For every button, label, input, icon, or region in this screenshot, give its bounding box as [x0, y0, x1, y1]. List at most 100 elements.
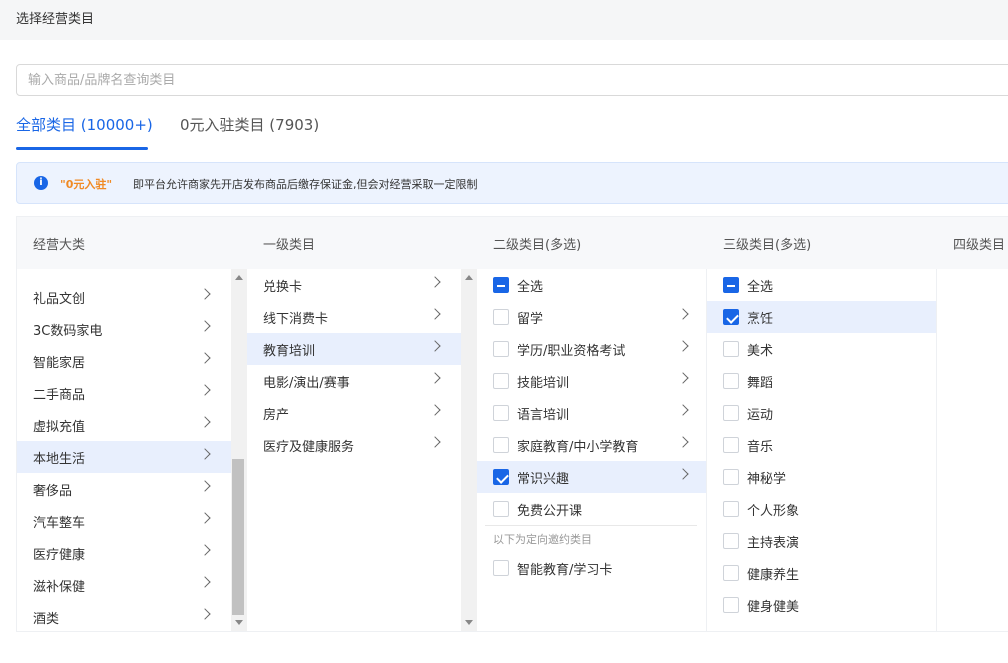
category-checkbox[interactable]: [493, 373, 509, 389]
level2-category-list: 全选 以下为定向邀约类目 留学 学历/职业资格考试 技能培训 语言培训 家庭教育/中小学…: [477, 269, 707, 631]
category-checkbox[interactable]: [493, 437, 509, 453]
category-label: 电影/演出/赛事: [263, 376, 350, 391]
level1-category-item[interactable]: 兑换卡: [247, 269, 461, 301]
level2-category-item[interactable]: 学历/职业资格考试: [477, 333, 706, 365]
level3-category-item[interactable]: 神秘学: [707, 461, 936, 493]
level2-invite-item[interactable]: 智能教育/学习卡: [477, 552, 706, 584]
chevron-right-icon: [199, 480, 211, 492]
category-label: 舞蹈: [747, 376, 774, 391]
chevron-right-icon: [677, 372, 689, 384]
level3-category-item[interactable]: 舞蹈: [707, 365, 936, 397]
category-checkbox[interactable]: [493, 405, 509, 421]
level1-category-item[interactable]: 电影/演出/赛事: [247, 365, 461, 397]
level2-category-item[interactable]: 免费公开课: [477, 493, 706, 525]
business-category-item[interactable]: 礼品文创: [17, 281, 231, 313]
business-category-item[interactable]: 奢侈品: [17, 473, 231, 505]
category-label: 兑换卡: [263, 280, 303, 295]
category-search-input[interactable]: [17, 65, 1008, 95]
business-category-item[interactable]: 医疗健康: [17, 537, 231, 569]
info-notice: i "0元入驻" 即平台允许商家先开店发布商品后缴存保证金,但会对经营采取一定限…: [16, 162, 1008, 204]
chevron-right-icon: [429, 276, 441, 288]
category-checkbox[interactable]: [723, 469, 739, 485]
tab-zero-deposit-categories[interactable]: 0元入驻类目 (7903): [180, 114, 319, 135]
level1-category-item[interactable]: 教育培训: [247, 333, 461, 365]
chevron-right-icon: [199, 352, 211, 364]
category-checkbox[interactable]: [723, 405, 739, 421]
scroll-up-arrow[interactable]: [235, 275, 243, 280]
level2-category-item[interactable]: 常识兴趣: [477, 461, 706, 493]
chevron-right-icon: [199, 512, 211, 524]
level2-category-item[interactable]: 语言培训: [477, 397, 706, 429]
level3-category-item[interactable]: 个人形象: [707, 493, 936, 525]
category-label: 智能教育/学习卡: [517, 563, 613, 578]
scroll-thumb[interactable]: [232, 459, 244, 615]
level1-list-scrollbar[interactable]: [461, 269, 477, 631]
notice-highlight: "0元入驻": [60, 178, 113, 191]
business-category-item[interactable]: 本地生活: [17, 441, 231, 473]
level2-category-item[interactable]: 留学: [477, 301, 706, 333]
level3-category-item[interactable]: 健康养生: [707, 557, 936, 589]
chevron-right-icon: [677, 308, 689, 320]
level2-category-item[interactable]: 家庭教育/中小学教育: [477, 429, 706, 461]
level1-category-item[interactable]: 医疗及健康服务: [247, 429, 461, 461]
category-label: 本地生活: [33, 452, 86, 467]
scroll-down-arrow[interactable]: [235, 620, 243, 625]
level4-category-list: [937, 269, 1008, 631]
business-category-item[interactable]: 滋补保健: [17, 569, 231, 601]
category-checkbox[interactable]: [723, 373, 739, 389]
business-category-item[interactable]: 3C数码家电: [17, 313, 231, 345]
chevron-right-icon: [199, 384, 211, 396]
business-category-item[interactable]: 二手商品: [17, 377, 231, 409]
chevron-right-icon: [199, 320, 211, 332]
category-label: 主持表演: [747, 536, 800, 551]
active-tab-indicator: [16, 147, 148, 150]
scroll-up-arrow[interactable]: [465, 275, 473, 280]
category-checkbox[interactable]: [493, 309, 509, 325]
select-all-checkbox[interactable]: [723, 277, 739, 293]
chevron-right-icon: [429, 404, 441, 416]
business-category-item[interactable]: 智能家居: [17, 345, 231, 377]
level2-select-all[interactable]: 全选: [477, 269, 706, 301]
category-label: 医疗及健康服务: [263, 440, 355, 455]
category-checkbox[interactable]: [723, 565, 739, 581]
category-checkbox[interactable]: [723, 437, 739, 453]
business-list-scrollbar[interactable]: [231, 269, 247, 631]
level3-category-item[interactable]: 运动: [707, 397, 936, 429]
chevron-right-icon: [677, 340, 689, 352]
level3-category-item[interactable]: 烹饪: [707, 301, 936, 333]
level3-category-item[interactable]: 健身健美: [707, 589, 936, 621]
category-checkbox[interactable]: [723, 501, 739, 517]
scroll-down-arrow[interactable]: [465, 620, 473, 625]
category-label: 礼品文创: [33, 292, 86, 307]
category-label: 留学: [517, 312, 544, 327]
category-search[interactable]: [16, 64, 1008, 96]
category-checkbox[interactable]: [493, 469, 509, 485]
category-label: 运动: [747, 408, 774, 423]
column-headers: 经营大类 一级类目 二级类目(多选) 三级类目(多选) 四级类目: [17, 217, 1008, 269]
category-label: 医疗健康: [33, 548, 86, 563]
level2-category-item[interactable]: 技能培训: [477, 365, 706, 397]
level3-category-item[interactable]: 主持表演: [707, 525, 936, 557]
category-label: 美术: [747, 344, 774, 359]
category-checkbox[interactable]: [493, 341, 509, 357]
category-checkbox[interactable]: [723, 341, 739, 357]
business-category-item[interactable]: 汽车整车: [17, 505, 231, 537]
level1-category-item[interactable]: 线下消费卡: [247, 301, 461, 333]
category-checkbox[interactable]: [493, 560, 509, 576]
level1-category-item[interactable]: 房产: [247, 397, 461, 429]
category-label: 烹饪: [747, 312, 774, 327]
level3-category-item[interactable]: 美术: [707, 333, 936, 365]
category-label: 奢侈品: [33, 484, 73, 499]
select-all-label: 全选: [517, 280, 544, 295]
business-category-item[interactable]: 虚拟充值: [17, 409, 231, 441]
level3-select-all[interactable]: 全选: [707, 269, 936, 301]
category-checkbox[interactable]: [723, 533, 739, 549]
business-category-item[interactable]: 酒类: [17, 601, 231, 631]
level3-category-item[interactable]: 音乐: [707, 429, 936, 461]
select-all-checkbox[interactable]: [493, 277, 509, 293]
category-checkbox[interactable]: [493, 501, 509, 517]
chevron-right-icon: [429, 308, 441, 320]
category-checkbox[interactable]: [723, 309, 739, 325]
tab-all-categories[interactable]: 全部类目 (10000+): [16, 114, 153, 135]
category-checkbox[interactable]: [723, 597, 739, 613]
